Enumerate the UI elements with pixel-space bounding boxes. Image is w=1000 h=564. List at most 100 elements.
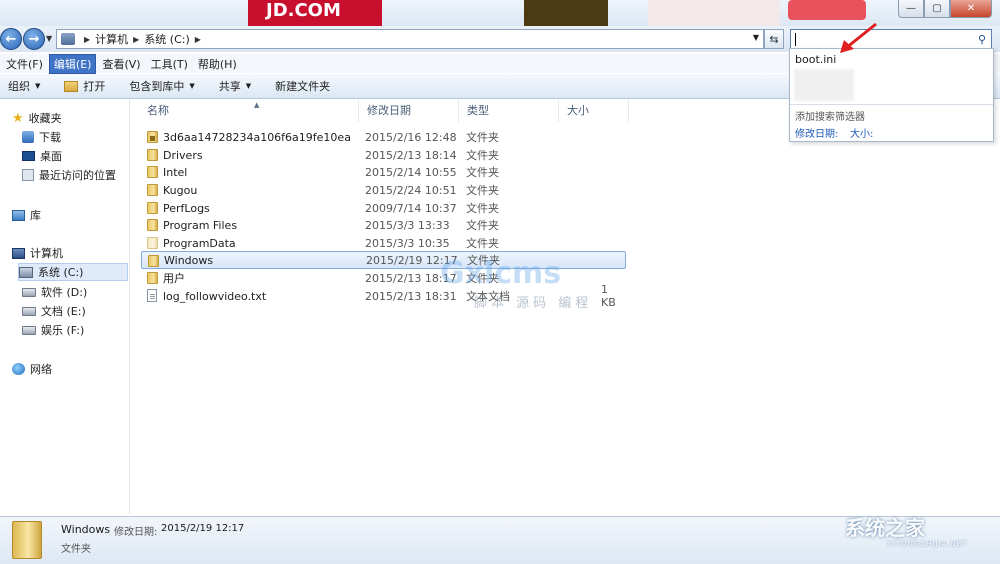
refresh-icon: ⇆ [769, 32, 779, 46]
search-icon[interactable]: ⚲ [978, 33, 986, 46]
file-type: 文件夹 [466, 166, 499, 179]
recent-search-item[interactable]: boot.ini [795, 53, 836, 66]
breadcrumb-separator[interactable]: ▶ [133, 35, 139, 44]
minimize-button[interactable]: — [898, 0, 924, 18]
file-date: 2015/2/24 10:51 [365, 183, 457, 197]
file-row[interactable]: Drivers 2015/2/13 18:14 文件夹 [141, 146, 625, 164]
blurred-region [794, 69, 854, 101]
file-row[interactable]: PerfLogs 2009/7/14 10:37 文件夹 [141, 199, 625, 217]
sidebar-item-recent[interactable]: 最近访问的位置 [22, 166, 116, 184]
menu-edit[interactable]: 编辑(E) [48, 53, 97, 74]
sidebar-item-libraries[interactable]: 库 [12, 206, 41, 224]
breadcrumb-computer[interactable]: 计算机 [95, 31, 128, 47]
open-button[interactable]: 打开 [64, 78, 105, 94]
sidebar-item-drive-d[interactable]: 软件 (D:) [22, 283, 87, 301]
ad-banner-jd[interactable]: JD.COM [248, 0, 382, 26]
window-controls: — ▢ ✕ [898, 0, 992, 18]
sidebar-item-desktop[interactable]: 桌面 [22, 147, 62, 165]
file-row[interactable]: Program Files 2015/3/3 13:33 文件夹 [141, 216, 625, 234]
file-row[interactable]: ProgramData 2015/3/3 10:35 文件夹 [141, 234, 625, 252]
file-type: 文件夹 [466, 219, 499, 232]
close-button[interactable]: ✕ [950, 0, 992, 18]
file-date: 2009/7/14 10:37 [365, 201, 457, 215]
recent-pages-dropdown[interactable]: ▼ [46, 34, 52, 43]
new-folder-button[interactable]: 新建文件夹 [275, 78, 330, 94]
file-type: 文件夹 [466, 237, 499, 250]
open-label: 打开 [83, 80, 106, 93]
ad-banner-image[interactable] [524, 0, 608, 26]
folder-icon [147, 166, 158, 178]
file-name: log_followvideo.txt [163, 289, 267, 303]
chevron-down-icon: ▼ [35, 82, 41, 90]
sidebar-item-label: 计算机 [30, 247, 63, 260]
breadcrumb-drive-c[interactable]: 系统 (C:) [144, 31, 189, 47]
file-name: 3d6aa14728234a106f6a19fe10ea [163, 130, 351, 144]
address-bar[interactable]: ▶ 计算机 ▶ 系统 (C:) ▶ ▼ [56, 29, 764, 49]
file-name: ProgramData [163, 236, 236, 250]
search-box[interactable]: ⚲ [790, 29, 992, 49]
menu-help[interactable]: 帮助(H) [194, 55, 241, 73]
drive-icon [22, 306, 36, 316]
column-header-type[interactable]: 类型 [459, 100, 559, 122]
file-name: Drivers [163, 148, 203, 162]
back-button[interactable]: ← [0, 28, 22, 50]
sidebar-item-network[interactable]: 网络 [12, 360, 52, 378]
details-date-label: 修改日期: [114, 527, 158, 538]
menu-file[interactable]: 文件(F) [2, 55, 47, 73]
include-library-label: 包含到库中 [129, 80, 185, 93]
ad-banner-promo[interactable] [648, 0, 780, 26]
folder-icon [147, 202, 158, 214]
sidebar-item-favorites[interactable]: ★ 收藏夹 [12, 109, 62, 127]
menu-view[interactable]: 查看(V) [98, 55, 144, 73]
sidebar-item-label: 最近访问的位置 [39, 169, 116, 182]
arrow-right-icon: → [28, 31, 40, 47]
site-logo: 系统之家 [845, 516, 925, 540]
sidebar-item-drive-e[interactable]: 文档 (E:) [22, 302, 86, 320]
details-date-value: 2015/2/19 12:17 [161, 523, 245, 534]
hidden-folder-icon [147, 237, 158, 249]
sidebar-item-downloads[interactable]: 下载 [22, 128, 61, 146]
folder-large-icon [12, 521, 42, 559]
share-button[interactable]: 共享 ▼ [219, 78, 251, 94]
refresh-button[interactable]: ⇆ [764, 29, 784, 49]
filter-date-modified-link[interactable]: 修改日期: [795, 125, 838, 140]
breadcrumb-separator[interactable]: ▶ [195, 35, 201, 44]
menu-tools[interactable]: 工具(T) [147, 55, 192, 73]
chevron-down-icon: ▼ [189, 82, 195, 90]
maximize-button[interactable]: ▢ [924, 0, 950, 18]
folder-icon [147, 184, 158, 196]
annotation-arrow-icon [840, 22, 877, 53]
file-type: 文件夹 [466, 184, 499, 197]
search-suggestions-popup: boot.ini 添加搜索筛选器 修改日期: 大小: [789, 48, 994, 142]
sidebar-item-label: 娱乐 (F:) [41, 324, 85, 337]
forward-button[interactable]: → [23, 28, 45, 50]
file-name: Intel [163, 165, 188, 179]
drive-icon [22, 287, 36, 297]
sidebar-item-label: 收藏夹 [28, 112, 62, 125]
text-file-icon [147, 289, 157, 302]
star-icon: ★ [12, 110, 24, 126]
breadcrumb-separator[interactable]: ▶ [84, 35, 90, 44]
arrow-left-icon: ← [5, 31, 17, 47]
filter-size-link[interactable]: 大小: [850, 125, 873, 140]
file-row[interactable]: Kugou 2015/2/24 10:51 文件夹 [141, 181, 625, 199]
file-row[interactable]: 3d6aa14728234a106f6a19fe10ea 2015/2/16 12… [141, 128, 625, 146]
column-header-date[interactable]: 修改日期 [359, 100, 459, 122]
address-dropdown-arrow[interactable]: ▼ [753, 33, 759, 42]
column-header-name[interactable]: 名称 ▲ [139, 100, 359, 122]
sidebar-item-label: 网络 [30, 363, 52, 376]
sidebar-item-computer[interactable]: 计算机 [12, 244, 63, 262]
ad-banner-button[interactable] [788, 0, 866, 20]
drive-icon [22, 325, 36, 335]
sidebar-item-drive-f[interactable]: 娱乐 (F:) [22, 321, 84, 339]
folder-icon [148, 255, 159, 267]
computer-icon [12, 247, 25, 259]
search-input[interactable] [791, 31, 971, 47]
sidebar-item-drive-c[interactable]: 系统 (C:) [18, 263, 128, 281]
include-in-library-button[interactable]: 包含到库中 ▼ [129, 78, 194, 94]
file-date: 2015/2/14 10:55 [365, 165, 457, 179]
site-logo-subtitle: XITONGZHIJIA.NET [887, 540, 968, 548]
organize-button[interactable]: 组织 ▼ [8, 78, 40, 94]
file-row[interactable]: Intel 2015/2/14 10:55 文件夹 [141, 163, 625, 181]
column-header-size[interactable]: 大小 [559, 100, 629, 122]
